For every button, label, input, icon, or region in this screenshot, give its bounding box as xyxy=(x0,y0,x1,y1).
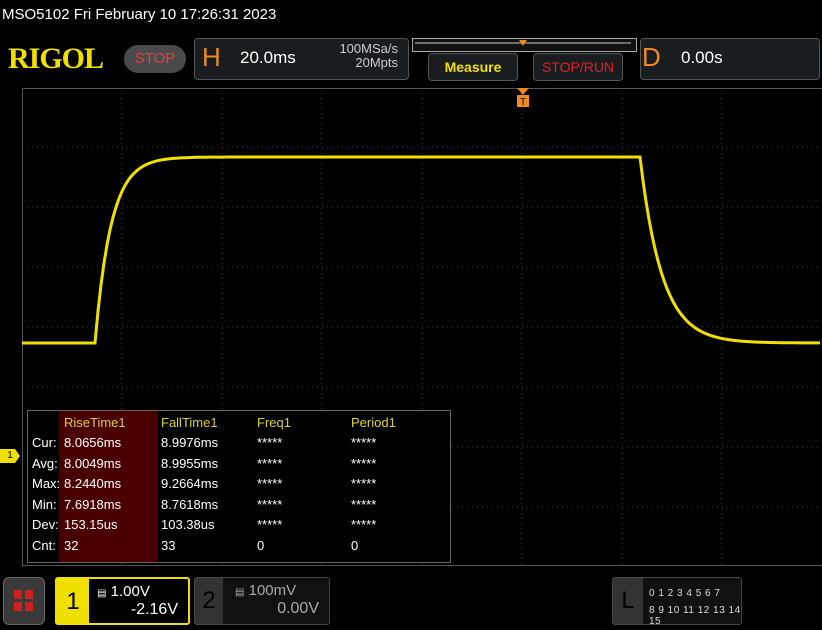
window-title: MSO5102 Fri February 10 17:26:31 2023 xyxy=(2,6,277,23)
measurement-value: 8.0656ms xyxy=(64,435,122,450)
row-label: Avg: xyxy=(32,455,58,471)
channel-2-offset: 0.00V xyxy=(277,600,319,617)
main-menu-button[interactable] xyxy=(3,577,45,625)
row-label: Cnt: xyxy=(32,537,56,553)
measurement-value: 8.9976ms xyxy=(161,435,219,450)
stop-run-button[interactable]: STOP/RUN xyxy=(533,53,623,81)
channel-2-number: 2 xyxy=(195,578,223,624)
channel-2-panel[interactable]: 2 ▤ 100mV 0.00V xyxy=(194,577,330,625)
logic-analyzer-panel[interactable]: L 0 1 2 3 4 5 6 7 8 9 10 11 12 13 14 15 xyxy=(612,577,742,627)
row-label: Max: xyxy=(32,476,61,491)
measurement-value: ***** xyxy=(351,517,377,532)
channel-1-offset: -2.16V xyxy=(130,601,178,618)
run-state-badge[interactable]: STOP xyxy=(124,45,186,73)
rigol-logo: RIGOL xyxy=(8,42,104,75)
measurement-value: ***** xyxy=(257,435,283,450)
acquisition-info: 100MSa/s 20Mpts xyxy=(300,42,398,70)
delay-value: 0.00s xyxy=(681,48,723,67)
logic-channels-row-2: 8 9 10 11 12 13 14 15 xyxy=(649,605,741,627)
logic-channels-row-1: 0 1 2 3 4 5 6 7 xyxy=(649,588,721,599)
measurement-value: 7.6918ms xyxy=(64,496,122,512)
memory-position-bar[interactable] xyxy=(412,38,637,52)
column-header[interactable]: RiseTime1 xyxy=(64,413,126,433)
column-header[interactable]: Period1 xyxy=(351,413,396,433)
horizontal-label: H xyxy=(202,42,221,72)
channel-2-scale: ▤ 100mV xyxy=(235,582,297,599)
channel-1-number: 1 xyxy=(57,579,89,623)
measurement-value: 8.0049ms xyxy=(64,455,122,471)
sample-rate: 100MSa/s xyxy=(339,41,398,56)
column-header[interactable]: FallTime1 xyxy=(161,413,218,433)
measure-button[interactable]: Measure xyxy=(428,53,518,81)
measurement-value: 103.38us xyxy=(161,517,215,532)
measurement-value: ***** xyxy=(257,476,283,491)
delay-label: D xyxy=(642,42,661,72)
logic-label: L xyxy=(613,578,643,624)
channel-1-trace xyxy=(22,155,820,345)
column-header[interactable]: Freq1 xyxy=(257,413,291,433)
trigger-position-marker: T xyxy=(517,88,529,108)
measurement-value: 153.15us xyxy=(64,517,118,532)
measurement-value: 33 xyxy=(161,537,176,553)
measurement-value: 9.2664ms xyxy=(161,476,219,491)
dc-coupling-icon: ▤ xyxy=(235,587,245,598)
measurement-value: 8.7618ms xyxy=(161,496,219,512)
measurement-value: 8.2440ms xyxy=(64,476,122,491)
measurement-value: ***** xyxy=(257,517,283,532)
measurement-value: ***** xyxy=(351,435,377,450)
measurement-value: ***** xyxy=(257,455,283,471)
timebase-value: 20.0ms xyxy=(240,48,296,67)
measurement-table: Cur: Avg: Max: Min: Dev: Cnt: RiseTime1 8.0656m… xyxy=(27,410,451,563)
memory-waveform-icon xyxy=(415,40,631,46)
measurement-value: 0 xyxy=(257,537,265,553)
menu-grid-icon xyxy=(14,590,33,611)
row-label: Dev: xyxy=(32,517,59,532)
measurement-value: ***** xyxy=(351,496,377,512)
channel-1-panel[interactable]: 1 ▤ 1.00V -2.16V xyxy=(55,577,190,625)
dc-coupling-icon: ▤ xyxy=(97,588,107,599)
delay-panel[interactable] xyxy=(640,38,820,80)
measurement-value: ***** xyxy=(257,496,283,512)
measurement-value: 32 xyxy=(64,537,79,553)
measurement-value: 0 xyxy=(351,537,359,553)
row-label: Cur: xyxy=(32,435,57,450)
row-label: Min: xyxy=(32,496,57,512)
measurement-value: ***** xyxy=(351,455,377,471)
measurement-value: ***** xyxy=(351,476,377,491)
channel-1-scale: ▤ 1.00V xyxy=(97,583,150,600)
measurement-value: 8.9955ms xyxy=(161,455,219,471)
trigger-marker-label: T xyxy=(520,97,526,108)
memory-depth: 20Mpts xyxy=(355,55,398,70)
